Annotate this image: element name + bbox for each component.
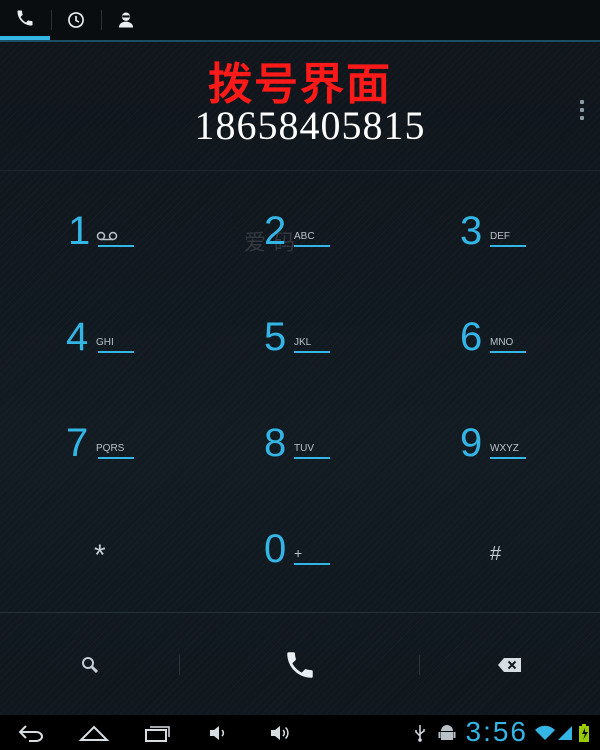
- android-debug-icon: [436, 715, 458, 750]
- key-digit: 8: [264, 421, 287, 465]
- home-button[interactable]: [74, 715, 114, 750]
- key-3[interactable]: 3 DEF: [398, 185, 594, 291]
- usb-icon: [410, 715, 430, 750]
- key-digit: 7: [66, 421, 89, 465]
- key-digit: 9: [460, 421, 483, 465]
- key-letters: ABC: [294, 231, 315, 242]
- tab-phone[interactable]: [0, 0, 50, 40]
- key-6[interactable]: 6 MNO: [398, 291, 594, 397]
- key-8[interactable]: 8 TUV: [200, 397, 396, 503]
- volume-down-button[interactable]: [204, 715, 234, 750]
- action-bar: [0, 612, 600, 716]
- clock-icon: [68, 12, 84, 28]
- key-letters: TUV: [294, 443, 314, 454]
- volume-down-icon: [210, 725, 225, 740]
- key-7[interactable]: 7 PQRS: [2, 397, 198, 503]
- key-letters: GHI: [96, 337, 114, 348]
- dialer-screen: 拨号界面 18658405815 爱 码 1 2 ABC 3 DEF 4 GHI…: [0, 0, 600, 750]
- call-button[interactable]: [180, 613, 420, 716]
- call-icon: [287, 651, 313, 678]
- key-letters: MNO: [490, 337, 514, 348]
- key-letters: DEF: [490, 231, 510, 242]
- dialpad: 1 2 ABC 3 DEF 4 GHI 5 JKL 6 MNO 7 PQRS 8…: [0, 185, 600, 610]
- battery-icon: [576, 715, 592, 750]
- key-digit: 1: [68, 209, 91, 253]
- status-clock: 3:56: [465, 716, 528, 747]
- recent-apps-button[interactable]: [140, 715, 176, 750]
- tab-bar: [0, 0, 600, 42]
- contact-icon: [118, 12, 134, 28]
- home-icon: [78, 725, 110, 741]
- key-letters: +: [294, 545, 303, 561]
- search-button[interactable]: [0, 613, 180, 716]
- delete-button[interactable]: [420, 613, 600, 716]
- wifi-icon: [534, 715, 556, 750]
- key-letters: PQRS: [96, 443, 125, 454]
- divider: [0, 170, 600, 171]
- tab-contacts[interactable]: [101, 0, 151, 40]
- system-bar: 3:56: [0, 715, 600, 750]
- phone-icon: [17, 10, 33, 26]
- key-digit: *: [94, 539, 106, 572]
- key-letters: WXYZ: [490, 443, 519, 454]
- key-1[interactable]: 1: [2, 185, 198, 291]
- signal-icon: [556, 715, 574, 750]
- key-9[interactable]: 9 WXYZ: [398, 397, 594, 503]
- voicemail-icon: [96, 231, 118, 241]
- backspace-icon: [498, 657, 521, 672]
- tab-call-log[interactable]: [51, 0, 101, 40]
- key-digit: 5: [264, 315, 287, 359]
- dialed-number-display[interactable]: 18658405815: [0, 102, 600, 149]
- key-digit: 4: [66, 315, 89, 359]
- key-digit: #: [490, 543, 502, 565]
- back-button[interactable]: [14, 715, 50, 750]
- overflow-menu-icon[interactable]: [580, 100, 586, 120]
- key-5[interactable]: 5 JKL: [200, 291, 396, 397]
- key-hash[interactable]: #: [398, 503, 594, 609]
- volume-up-button[interactable]: [266, 715, 296, 750]
- key-digit: 6: [460, 315, 483, 359]
- recent-apps-icon: [145, 725, 170, 742]
- key-letters: JKL: [294, 337, 312, 348]
- search-icon: [82, 656, 99, 673]
- key-4[interactable]: 4 GHI: [2, 291, 198, 397]
- key-star[interactable]: *: [2, 503, 198, 609]
- key-digit: 3: [460, 209, 483, 253]
- key-2[interactable]: 2 ABC: [200, 185, 396, 291]
- key-0[interactable]: 0 +: [200, 503, 396, 609]
- key-digit: 2: [264, 209, 287, 253]
- back-icon: [18, 724, 43, 742]
- volume-up-icon: [271, 725, 289, 740]
- key-digit: 0: [264, 527, 287, 571]
